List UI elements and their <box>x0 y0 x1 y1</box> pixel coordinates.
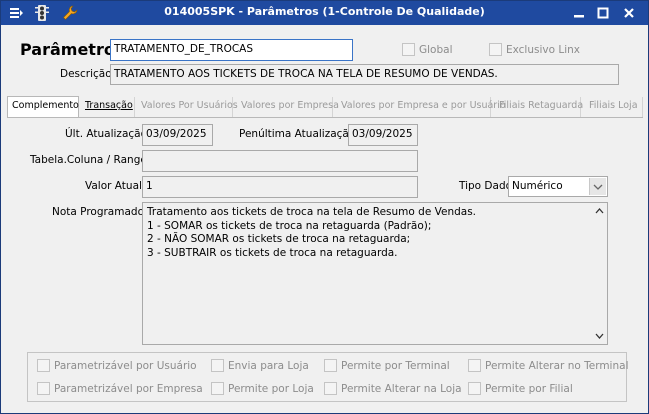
global-checkbox-box[interactable] <box>402 43 415 56</box>
tab-complemento[interactable]: Complemento <box>7 96 79 117</box>
nota-programador-label: Nota Programador <box>52 206 149 218</box>
descricao-field[interactable]: TRATAMENTO AOS TICKETS DE TROCA NA TELA … <box>110 64 619 85</box>
complemento-panel: Últ. Atualização 03/09/2025 Penúltima At… <box>7 117 643 411</box>
tab-bar: Complemento Transação Valores Por Usuári… <box>7 96 643 117</box>
window-title: 014005SPK - Parâmetros (1-Controle De Qu… <box>164 5 485 18</box>
nota-line: 3 - SUBTRAIR os tickets de troca na reta… <box>147 246 398 259</box>
parametrizavel-empresa-checkbox[interactable]: Parametrizável por Empresa <box>37 382 203 395</box>
close-icon <box>624 8 634 18</box>
exclusivo-linx-checkbox-box[interactable] <box>489 43 502 56</box>
option-label: Parametrizável por Empresa <box>54 382 203 395</box>
penultima-atualizacao-field[interactable]: 03/09/2025 <box>348 124 418 146</box>
maximize-button[interactable] <box>595 5 611 21</box>
permite-por-loja-checkbox[interactable]: Permite por Loja <box>211 382 314 395</box>
parametros-window: 014005SPK - Parâmetros (1-Controle De Qu… <box>0 0 649 414</box>
nota-line: Tratamento aos tickets de troca na tela … <box>147 206 477 218</box>
permite-por-terminal-checkbox[interactable]: Permite por Terminal <box>324 359 450 372</box>
global-checkbox[interactable]: Global <box>402 43 453 56</box>
option-label: Permite por Terminal <box>341 359 450 372</box>
parametro-label: Parâmetro <box>20 40 115 59</box>
tab-valores-por-usuarios[interactable]: Valores Por Usuários <box>137 97 238 117</box>
minimize-icon <box>574 15 584 18</box>
parametro-field[interactable]: TRATAMENTO_DE_TROCAS <box>110 39 353 61</box>
nota-line: 2 - NÃO SOMAR os tickets de troca na ret… <box>147 233 411 245</box>
checkbox-box[interactable] <box>468 359 481 372</box>
checkbox-box[interactable] <box>324 382 337 395</box>
tab-valores-por-empresa[interactable]: Valores por Empresa <box>237 97 339 117</box>
title-bar: 014005SPK - Parâmetros (1-Controle De Qu… <box>1 1 648 25</box>
scroll-up-icon[interactable] <box>592 204 606 218</box>
option-label: Permite por Loja <box>228 382 314 395</box>
close-button[interactable] <box>621 5 637 21</box>
checkbox-box[interactable] <box>468 382 481 395</box>
option-label: Envia para Loja <box>228 359 309 372</box>
permite-por-filial-checkbox[interactable]: Permite por Filial <box>468 382 573 395</box>
global-label: Global <box>419 43 453 56</box>
tab-filiais-loja[interactable]: Filiais Loja <box>585 97 643 117</box>
nota-line: 1 - SOMAR os tickets de troca na retagua… <box>147 219 432 232</box>
valor-atual-field[interactable]: 1 <box>142 176 418 198</box>
penultima-atualizacao-label: Penúltima Atualização <box>239 128 356 140</box>
tipo-dado-label: Tipo Dado <box>459 180 513 192</box>
exclusivo-linx-checkbox[interactable]: Exclusivo Linx <box>489 43 580 56</box>
checkbox-box[interactable] <box>37 382 50 395</box>
permite-alterar-terminal-checkbox[interactable]: Permite Alterar no Terminal <box>468 359 628 372</box>
tab-transacao[interactable]: Transação <box>81 97 135 117</box>
chevron-down-icon[interactable] <box>589 178 606 195</box>
minimize-button[interactable] <box>571 5 587 21</box>
options-group: Parametrizável por Usuário Envia para Lo… <box>27 352 628 402</box>
resize-grip-icon <box>347 55 353 61</box>
permite-alterar-loja-checkbox[interactable]: Permite Alterar na Loja <box>324 382 462 395</box>
vertical-scrollbar[interactable] <box>592 204 606 343</box>
checkbox-box[interactable] <box>324 359 337 372</box>
nota-programador-memo[interactable]: Tratamento aos tickets de troca na tela … <box>142 202 608 345</box>
tabela-coluna-range-label: Tabela.Coluna / Range <box>30 154 147 166</box>
envia-para-loja-checkbox[interactable]: Envia para Loja <box>211 359 309 372</box>
tabela-coluna-range-field[interactable] <box>142 150 418 172</box>
exclusivo-linx-label: Exclusivo Linx <box>506 43 581 56</box>
checkbox-box[interactable] <box>211 359 224 372</box>
tab-filiais-retaguarda[interactable]: Filiais Retaguarda <box>495 97 583 117</box>
scroll-down-icon[interactable] <box>592 329 606 343</box>
checkbox-box[interactable] <box>37 359 50 372</box>
descricao-label: Descrição <box>60 68 112 80</box>
tipo-dado-value: Numérico <box>512 180 563 192</box>
checkbox-box[interactable] <box>211 382 224 395</box>
ult-atualizacao-label: Últ. Atualização <box>65 128 148 140</box>
parametrizavel-usuario-checkbox[interactable]: Parametrizável por Usuário <box>37 359 197 372</box>
option-label: Permite Alterar no Terminal <box>485 359 629 372</box>
tipo-dado-select[interactable]: Numérico <box>508 176 608 197</box>
valor-atual-label: Valor Atual <box>85 180 142 192</box>
tab-valores-por-empresa-e-usuario[interactable]: Valores por Empresa e por Usuário <box>337 97 506 117</box>
option-label: Parametrizável por Usuário <box>54 359 197 372</box>
ult-atualizacao-field[interactable]: 03/09/2025 <box>142 124 213 146</box>
option-label: Permite Alterar na Loja <box>341 382 462 395</box>
maximize-icon <box>597 7 609 19</box>
option-label: Permite por Filial <box>485 382 573 395</box>
